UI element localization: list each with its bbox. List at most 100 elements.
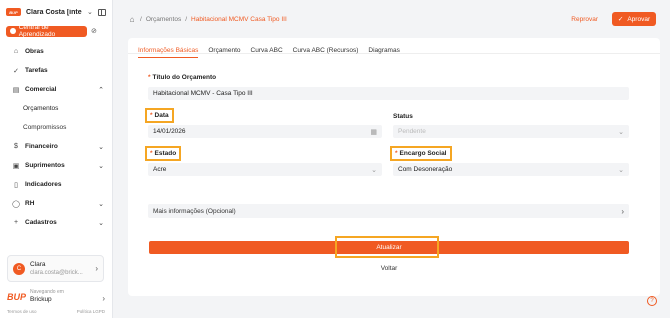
tab-orcamento[interactable]: Orçamento — [208, 43, 240, 58]
tab-informacoes-basicas[interactable]: Informações Básicas — [138, 43, 199, 58]
charges-label-text: Encargo Social — [399, 150, 447, 157]
sidebar-item-indicadores[interactable]: ▯ Indicadores — [0, 175, 112, 194]
tab-curva-abc-recursos[interactable]: Curva ABC (Recursos) — [293, 43, 359, 58]
sidebar-item-suprimentos[interactable]: ▣ Suprimentos ⌄ — [0, 156, 112, 175]
date-label-wrap: * Data — [145, 108, 174, 123]
chevron-down-icon: ⌄ — [98, 200, 104, 208]
chevron-down-icon: ⌄ — [618, 166, 624, 174]
chevron-right-icon: › — [621, 206, 624, 216]
check-icon: ✓ — [617, 16, 624, 23]
privacy-link[interactable]: Política LGPD — [77, 309, 105, 314]
sidebar-item-label: RH — [25, 200, 35, 207]
building-icon: ⌂ — [13, 48, 19, 55]
sidebar-item-label: Obras — [25, 48, 44, 55]
sidebar-subitem-compromissos[interactable]: Compromissos — [0, 118, 112, 137]
charges-value: Com Desoneração — [398, 166, 453, 173]
status-label-wrap: Status — [393, 113, 413, 120]
sidebar-item-cadastros[interactable]: + Cadastros ⌄ — [0, 213, 112, 232]
reject-button[interactable]: Reprovar — [571, 16, 598, 23]
approve-button[interactable]: ✓ Aprovar — [612, 12, 656, 26]
plus-icon: + — [13, 219, 19, 226]
briefcase-icon: ▤ — [12, 86, 20, 94]
title-label: * Título do Orçamento — [148, 74, 217, 81]
help-icon[interactable]: ? — [647, 296, 657, 306]
cart-icon: ▣ — [12, 162, 20, 170]
more-info-label: Mais informações (Opcional) — [153, 207, 236, 215]
sidebar: BUP Clara Costa [inter... ⌄ Central de A… — [0, 0, 113, 318]
learning-row: Central de Aprendizado ⊘ — [0, 24, 112, 38]
brand-logo: BUP — [6, 8, 21, 16]
date-value: 14/01/2026 — [153, 128, 186, 135]
title-input[interactable]: Habitacional MCMV - Casa Tipo III — [148, 87, 629, 100]
graduation-cap-icon — [10, 28, 16, 34]
learning-center-button[interactable]: Central de Aprendizado — [6, 24, 87, 38]
sidebar-item-rh[interactable]: ◯ RH ⌄ — [0, 194, 112, 213]
sidebar-header: BUP Clara Costa [inter... ⌄ — [0, 0, 112, 24]
user-email: clara.costa@brick... — [30, 269, 83, 276]
breadcrumb-separator: / — [185, 15, 188, 23]
avatar: C — [13, 262, 25, 275]
chevron-down-icon: ⌄ — [98, 219, 104, 227]
sidebar-item-label: Financeiro — [25, 143, 58, 150]
breadcrumb-current: Habitacional MCMV Casa Tipo III — [191, 15, 287, 23]
tab-bar: Informações Básicas Orçamento Curva ABC … — [128, 38, 660, 58]
sidebar-item-label: Suprimentos — [25, 162, 65, 169]
sidebar-subitem-orcamentos[interactable]: Orçamentos — [0, 99, 112, 118]
state-label-wrap: * Estado — [144, 146, 182, 161]
chevron-down-icon[interactable]: ⌄ — [87, 8, 93, 16]
back-button[interactable]: Voltar — [149, 263, 629, 274]
chevron-down-icon: ⌄ — [618, 128, 624, 136]
user-switcher-label[interactable]: Clara Costa [inter... — [26, 9, 82, 16]
check-circle-icon: ✓ — [13, 67, 19, 75]
chevron-up-icon: ⌃ — [98, 86, 104, 94]
home-icon[interactable]: ⌂ — [128, 15, 136, 24]
sidebar-item-label: Cadastros — [25, 219, 57, 226]
learning-center-label: Central de Aprendizado — [18, 24, 56, 38]
sidebar-item-label: Comercial — [25, 86, 57, 93]
calendar-icon[interactable]: ▦ — [370, 128, 377, 136]
date-field[interactable]: 14/01/2026 ▦ — [148, 125, 382, 138]
legal-links: Termos de uso Política LGPD — [7, 309, 105, 314]
terms-link[interactable]: Termos de uso — [7, 309, 37, 314]
dollar-icon: $ — [14, 143, 18, 150]
user-name: Clara — [30, 260, 46, 268]
title-label-text: Título do Orçamento — [152, 74, 217, 81]
sidebar-nav: ⌂ Obras ✓ Tarefas ▤ Comercial ⌃ Orçament… — [0, 42, 112, 232]
tab-diagramas[interactable]: Diagramas — [368, 43, 399, 58]
breadcrumb-orcamentos[interactable]: Orçamentos — [146, 16, 181, 23]
date-label-text: Data — [154, 112, 169, 119]
more-info-accordion[interactable]: Mais informações (Opcional) › — [148, 204, 629, 218]
bar-chart-icon: ▯ — [14, 181, 18, 189]
user-card[interactable]: C Clara clara.costa@brick... › — [7, 255, 104, 282]
chevron-right-icon: › — [95, 264, 98, 273]
tab-curva-abc[interactable]: Curva ABC — [251, 43, 283, 58]
navigating-label: Navegando em — [30, 289, 64, 295]
company-text: Navegando em Brickup — [30, 288, 97, 304]
sidebar-item-label: Tarefas — [25, 67, 48, 74]
status-select: Pendente ⌄ — [393, 125, 629, 138]
budget-form-card: Informações Básicas Orçamento Curva ABC … — [128, 38, 660, 296]
approve-label: Aprovar — [627, 15, 651, 23]
status-value: Pendente — [398, 128, 426, 135]
company-logo: BUP — [7, 292, 27, 302]
sidebar-item-tarefas[interactable]: ✓ Tarefas — [0, 61, 112, 80]
sidebar-item-financeiro[interactable]: $ Financeiro ⌄ — [0, 137, 112, 156]
sidebar-item-obras[interactable]: ⌂ Obras — [0, 42, 112, 61]
status-label: Status — [393, 113, 413, 120]
chevron-down-icon: ⌄ — [98, 162, 104, 170]
state-select[interactable]: Acre ⌄ — [148, 163, 382, 176]
date-label: * Data — [145, 108, 174, 123]
state-value: Acre — [153, 166, 167, 173]
eye-off-icon[interactable]: ⊘ — [91, 27, 97, 35]
collapse-sidebar-icon[interactable] — [97, 8, 106, 16]
sidebar-item-label: Indicadores — [25, 181, 62, 188]
charges-label-wrap: * Encargo Social — [390, 146, 452, 161]
company-name: Brickup — [30, 296, 52, 303]
sidebar-item-comercial[interactable]: ▤ Comercial ⌃ — [0, 80, 112, 99]
breadcrumb: ⌂ / Orçamentos / Habitacional MCMV Casa … — [128, 15, 571, 24]
update-highlight-box — [335, 236, 439, 258]
breadcrumb-separator: / — [140, 15, 142, 23]
chevron-down-icon: ⌄ — [98, 143, 104, 151]
charges-select[interactable]: Com Desoneração ⌄ — [393, 163, 629, 176]
chevron-down-icon: ⌄ — [371, 166, 377, 174]
